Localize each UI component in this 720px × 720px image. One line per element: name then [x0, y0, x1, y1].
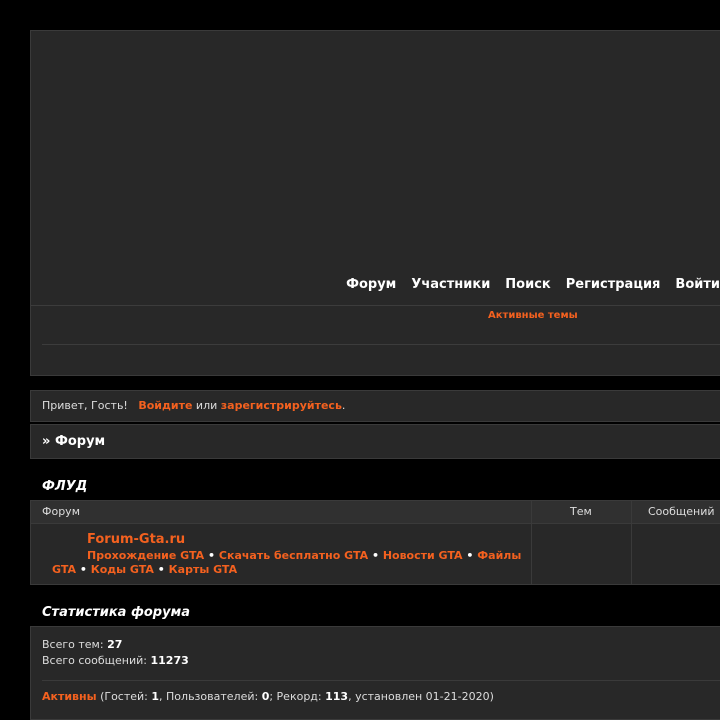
- nav-members-link[interactable]: Участники: [411, 277, 490, 292]
- stats-panel: Всего тем: 27 Всего сообщений: 11273 Акт…: [30, 626, 720, 720]
- stats-title: Статистика форума: [42, 605, 190, 620]
- active-users-link[interactable]: Активны: [42, 690, 97, 703]
- record-date: , установлен 01-21-2020): [348, 690, 494, 703]
- stats-topics-value: 27: [107, 638, 123, 651]
- header-panel: Форум Участники Поиск Регистрация Войти …: [30, 30, 720, 376]
- subnav-divider: [42, 344, 720, 345]
- stats-divider: [42, 680, 720, 681]
- subforum-link[interactable]: Коды GTA: [91, 563, 154, 576]
- column-topics: Тем: [570, 505, 592, 518]
- forum-title-link[interactable]: Forum-Gta.ru: [87, 532, 185, 547]
- column-forum: Форум: [42, 505, 80, 518]
- stats-online: Активны (Гостей: 1, Пользователей: 0; Ре…: [42, 690, 494, 703]
- column-divider: [631, 501, 632, 584]
- link-separator: •: [157, 563, 165, 576]
- forum-table-header: Форум Тем Сообщений: [31, 501, 720, 524]
- link-separator: •: [79, 563, 87, 576]
- nav-login-link[interactable]: Войти: [675, 277, 720, 292]
- breadcrumb-forum-link[interactable]: Форум: [55, 434, 105, 449]
- link-separator: •: [466, 549, 474, 562]
- record-value: 113: [325, 690, 349, 703]
- column-posts: Сообщений: [648, 505, 715, 518]
- greeting-text: Привет, Гость!: [42, 399, 128, 412]
- greeting-or: или: [195, 399, 218, 412]
- link-separator: •: [371, 549, 379, 562]
- forum-table: Форум Тем Сообщений Forum-Gta.ru Прохожд…: [30, 500, 720, 585]
- stats-posts: Всего сообщений: 11273: [42, 654, 189, 667]
- login-link[interactable]: Войдите: [138, 399, 192, 412]
- active-topics-link[interactable]: Активные темы: [488, 310, 578, 321]
- register-link[interactable]: зарегистрируйтесь: [221, 399, 342, 412]
- nav-register-link[interactable]: Регистрация: [566, 277, 661, 292]
- stats-topics-label: Всего тем:: [42, 638, 104, 651]
- nav-search-link[interactable]: Поиск: [505, 277, 550, 292]
- guests-value: 1: [151, 690, 160, 703]
- stats-posts-label: Всего сообщений:: [42, 654, 147, 667]
- stats-posts-value: 11273: [150, 654, 189, 667]
- breadcrumb: » Форум: [30, 424, 720, 459]
- greeting-end: .: [341, 399, 346, 412]
- users-label: , Пользователей:: [159, 690, 259, 703]
- category-title: ФЛУД: [42, 479, 88, 494]
- guests-label: (Гостей:: [100, 690, 148, 703]
- record-label: ; Рекорд:: [269, 690, 322, 703]
- subforum-link[interactable]: Новости GTA: [383, 549, 463, 562]
- greeting-bar: Привет, Гость! Войдите или зарегистрируй…: [30, 390, 720, 422]
- nav-forum-link[interactable]: Форум: [346, 277, 396, 292]
- link-separator: •: [208, 549, 216, 562]
- subforum-links: Прохождение GTA • Скачать бесплатно GTA …: [52, 549, 532, 577]
- breadcrumb-arrow: »: [42, 434, 51, 449]
- stats-topics: Всего тем: 27: [42, 638, 122, 651]
- subforum-link[interactable]: Прохождение GTA: [87, 549, 204, 562]
- subforum-link[interactable]: Скачать бесплатно GTA: [219, 549, 368, 562]
- nav-divider: [31, 305, 720, 306]
- main-nav: Форум Участники Поиск Регистрация Войти: [346, 277, 720, 292]
- subforum-link[interactable]: Карты GTA: [169, 563, 237, 576]
